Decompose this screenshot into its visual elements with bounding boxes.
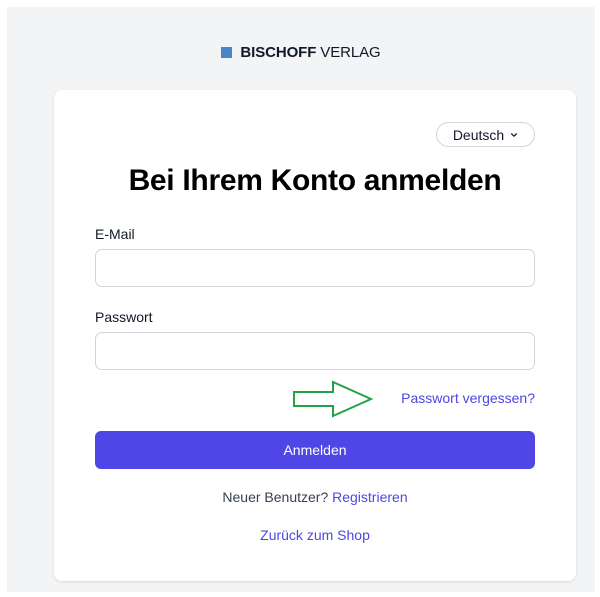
- brand-name-light: VERLAG: [320, 44, 381, 61]
- register-row: Neuer Benutzer? Registrieren: [54, 489, 576, 505]
- login-card: Deutsch Bei Ihrem Konto anmelden E-Mail …: [54, 90, 576, 581]
- email-label: E-Mail: [95, 226, 135, 242]
- page-title: Bei Ihrem Konto anmelden: [128, 164, 502, 197]
- email-field[interactable]: [95, 249, 535, 287]
- register-link[interactable]: Registrieren: [332, 489, 407, 505]
- language-label: Deutsch: [452, 126, 505, 143]
- logo-square-icon: [221, 47, 233, 58]
- new-user-text: Neuer Benutzer?: [222, 489, 329, 505]
- back-to-shop-link[interactable]: Zurück zum Shop: [54, 527, 576, 543]
- password-field[interactable]: [95, 332, 535, 370]
- language-selector[interactable]: Deutsch: [436, 122, 535, 147]
- arrow-right-icon: [293, 380, 374, 418]
- brand-logo: BISCHOFF VERLAG: [7, 44, 595, 61]
- password-label: Passwort: [95, 309, 153, 325]
- forgot-password-link[interactable]: Passwort vergessen?: [401, 390, 535, 406]
- login-button[interactable]: Anmelden: [95, 431, 535, 469]
- page-background: BISCHOFF VERLAG Deutsch Bei Ihrem Konto …: [7, 7, 595, 592]
- chevron-down-icon: [511, 132, 518, 137]
- brand-name-bold: BISCHOFF: [240, 44, 317, 61]
